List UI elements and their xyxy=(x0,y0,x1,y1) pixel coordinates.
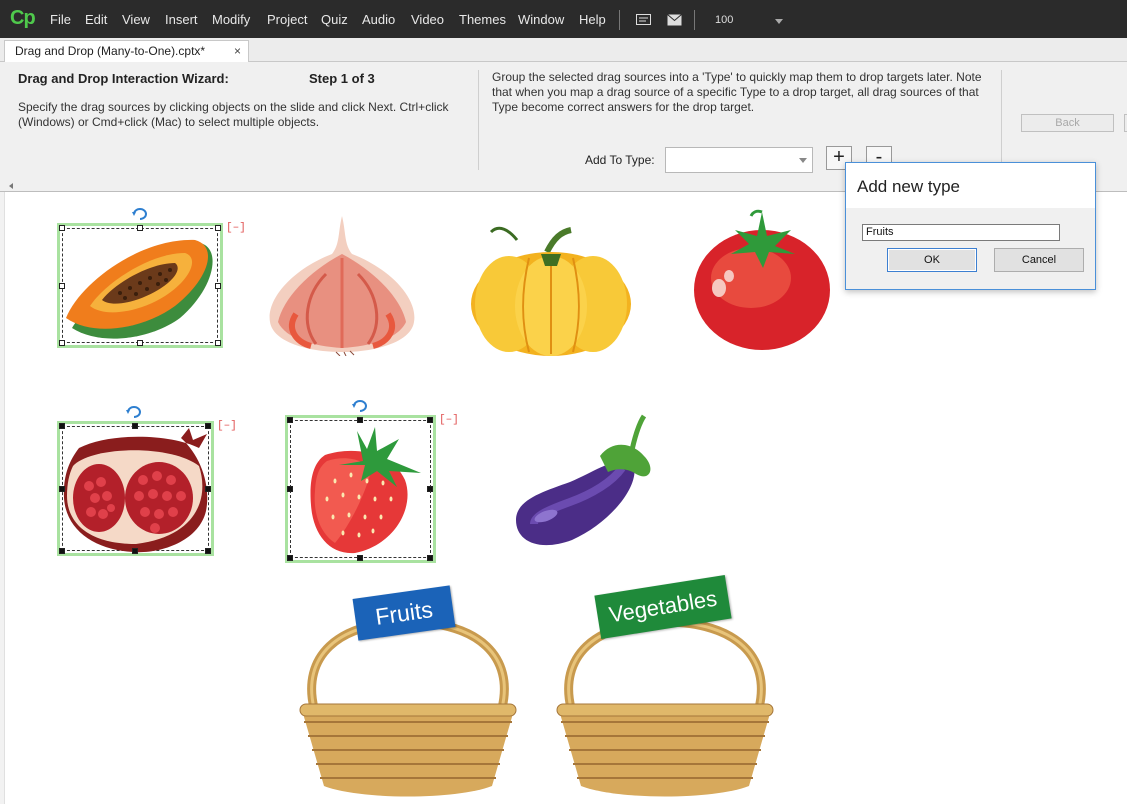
pomegranate-image[interactable] xyxy=(61,426,211,554)
resize-handle[interactable] xyxy=(287,486,293,492)
add-to-type-label: Add To Type: xyxy=(585,153,655,167)
menu-separator xyxy=(694,10,695,30)
dialog-title: Add new type xyxy=(857,177,961,196)
basket-fruits-image[interactable] xyxy=(296,618,521,798)
rotate-icon[interactable] xyxy=(351,398,369,414)
menu-window[interactable]: Window xyxy=(518,12,564,27)
rotate-icon[interactable] xyxy=(131,206,149,222)
document-tab[interactable]: Drag and Drop (Many-to-One).cptx* × xyxy=(4,40,249,62)
divider xyxy=(478,70,479,170)
mail-icon[interactable] xyxy=(667,14,682,29)
resize-handle[interactable] xyxy=(427,417,433,423)
resize-handle[interactable] xyxy=(215,225,221,231)
back-button[interactable]: Back xyxy=(1021,114,1114,132)
resize-handle[interactable] xyxy=(205,486,211,492)
collapse-icon[interactable]: [–] xyxy=(217,420,237,432)
comment-icon[interactable] xyxy=(636,14,651,30)
collapse-left-icon[interactable] xyxy=(9,183,13,189)
resize-handle[interactable] xyxy=(215,283,221,289)
tomato-image[interactable] xyxy=(691,208,833,354)
resize-handle[interactable] xyxy=(59,225,65,231)
resize-handle[interactable] xyxy=(357,417,363,423)
resize-handle[interactable] xyxy=(132,548,138,554)
add-new-type-dialog: Add new type Fruits OK Cancel xyxy=(845,162,1096,290)
basket-vegetables-image[interactable] xyxy=(553,618,778,798)
pumpkin-image[interactable] xyxy=(469,222,633,358)
menu-quiz[interactable]: Quiz xyxy=(321,12,348,27)
resize-handle[interactable] xyxy=(205,423,211,429)
zoom-value[interactable]: 100 xyxy=(715,14,733,26)
menu-project[interactable]: Project xyxy=(267,12,307,27)
menu-insert[interactable]: Insert xyxy=(165,12,198,27)
menu-view[interactable]: View xyxy=(122,12,150,27)
rotate-icon[interactable] xyxy=(125,404,143,420)
menu-edit[interactable]: Edit xyxy=(85,12,107,27)
resize-handle[interactable] xyxy=(59,486,65,492)
menu-themes[interactable]: Themes xyxy=(459,12,506,27)
resize-handle[interactable] xyxy=(215,340,221,346)
resize-handle[interactable] xyxy=(427,555,433,561)
dialog-body: Fruits OK Cancel xyxy=(846,208,1095,289)
ok-button[interactable]: OK xyxy=(887,248,977,272)
resize-handle[interactable] xyxy=(59,340,65,346)
close-icon[interactable]: × xyxy=(234,44,241,58)
collapse-icon[interactable]: [–] xyxy=(226,222,246,234)
menu-file[interactable]: File xyxy=(50,12,71,27)
resize-handle[interactable] xyxy=(137,340,143,346)
strawberry-image[interactable] xyxy=(305,425,425,557)
wizard-help-text: Group the selected drag sources into a '… xyxy=(492,70,982,114)
menu-audio[interactable]: Audio xyxy=(362,12,395,27)
resize-handle[interactable] xyxy=(287,555,293,561)
resize-handle[interactable] xyxy=(59,548,65,554)
wizard-step: Step 1 of 3 xyxy=(309,71,375,86)
captivate-window: Cp File Edit View Insert Modify Project … xyxy=(0,0,1127,804)
add-to-type-dropdown[interactable] xyxy=(665,147,813,173)
resize-handle[interactable] xyxy=(357,555,363,561)
resize-handle[interactable] xyxy=(287,417,293,423)
menu-separator xyxy=(619,10,620,30)
document-tab-label: Drag and Drop (Many-to-One).cptx* xyxy=(15,44,206,58)
type-name-input[interactable]: Fruits xyxy=(862,224,1060,241)
stage-edge xyxy=(0,192,5,804)
resize-handle[interactable] xyxy=(59,423,65,429)
document-tab-bar: Drag and Drop (Many-to-One).cptx* × xyxy=(0,38,1127,62)
cancel-button[interactable]: Cancel xyxy=(994,248,1084,272)
resize-handle[interactable] xyxy=(59,283,65,289)
resize-handle[interactable] xyxy=(427,486,433,492)
menu-bar: Cp File Edit View Insert Modify Project … xyxy=(0,0,1127,38)
wizard-title: Drag and Drop Interaction Wizard: xyxy=(18,71,229,86)
eggplant-image[interactable] xyxy=(512,412,658,550)
papaya-image[interactable] xyxy=(60,228,220,346)
collapse-icon[interactable]: [–] xyxy=(439,414,459,426)
menu-video[interactable]: Video xyxy=(411,12,444,27)
chevron-down-icon[interactable] xyxy=(775,19,783,24)
menu-modify[interactable]: Modify xyxy=(212,12,250,27)
wizard-description: Specify the drag sources by clicking obj… xyxy=(18,100,449,129)
resize-handle[interactable] xyxy=(132,423,138,429)
app-logo: Cp xyxy=(10,7,36,29)
onion-image[interactable] xyxy=(266,214,418,356)
chevron-down-icon xyxy=(799,158,807,163)
resize-handle[interactable] xyxy=(205,548,211,554)
resize-handle[interactable] xyxy=(137,225,143,231)
menu-help[interactable]: Help xyxy=(579,12,606,27)
dialog-header: Add new type xyxy=(846,163,1095,208)
